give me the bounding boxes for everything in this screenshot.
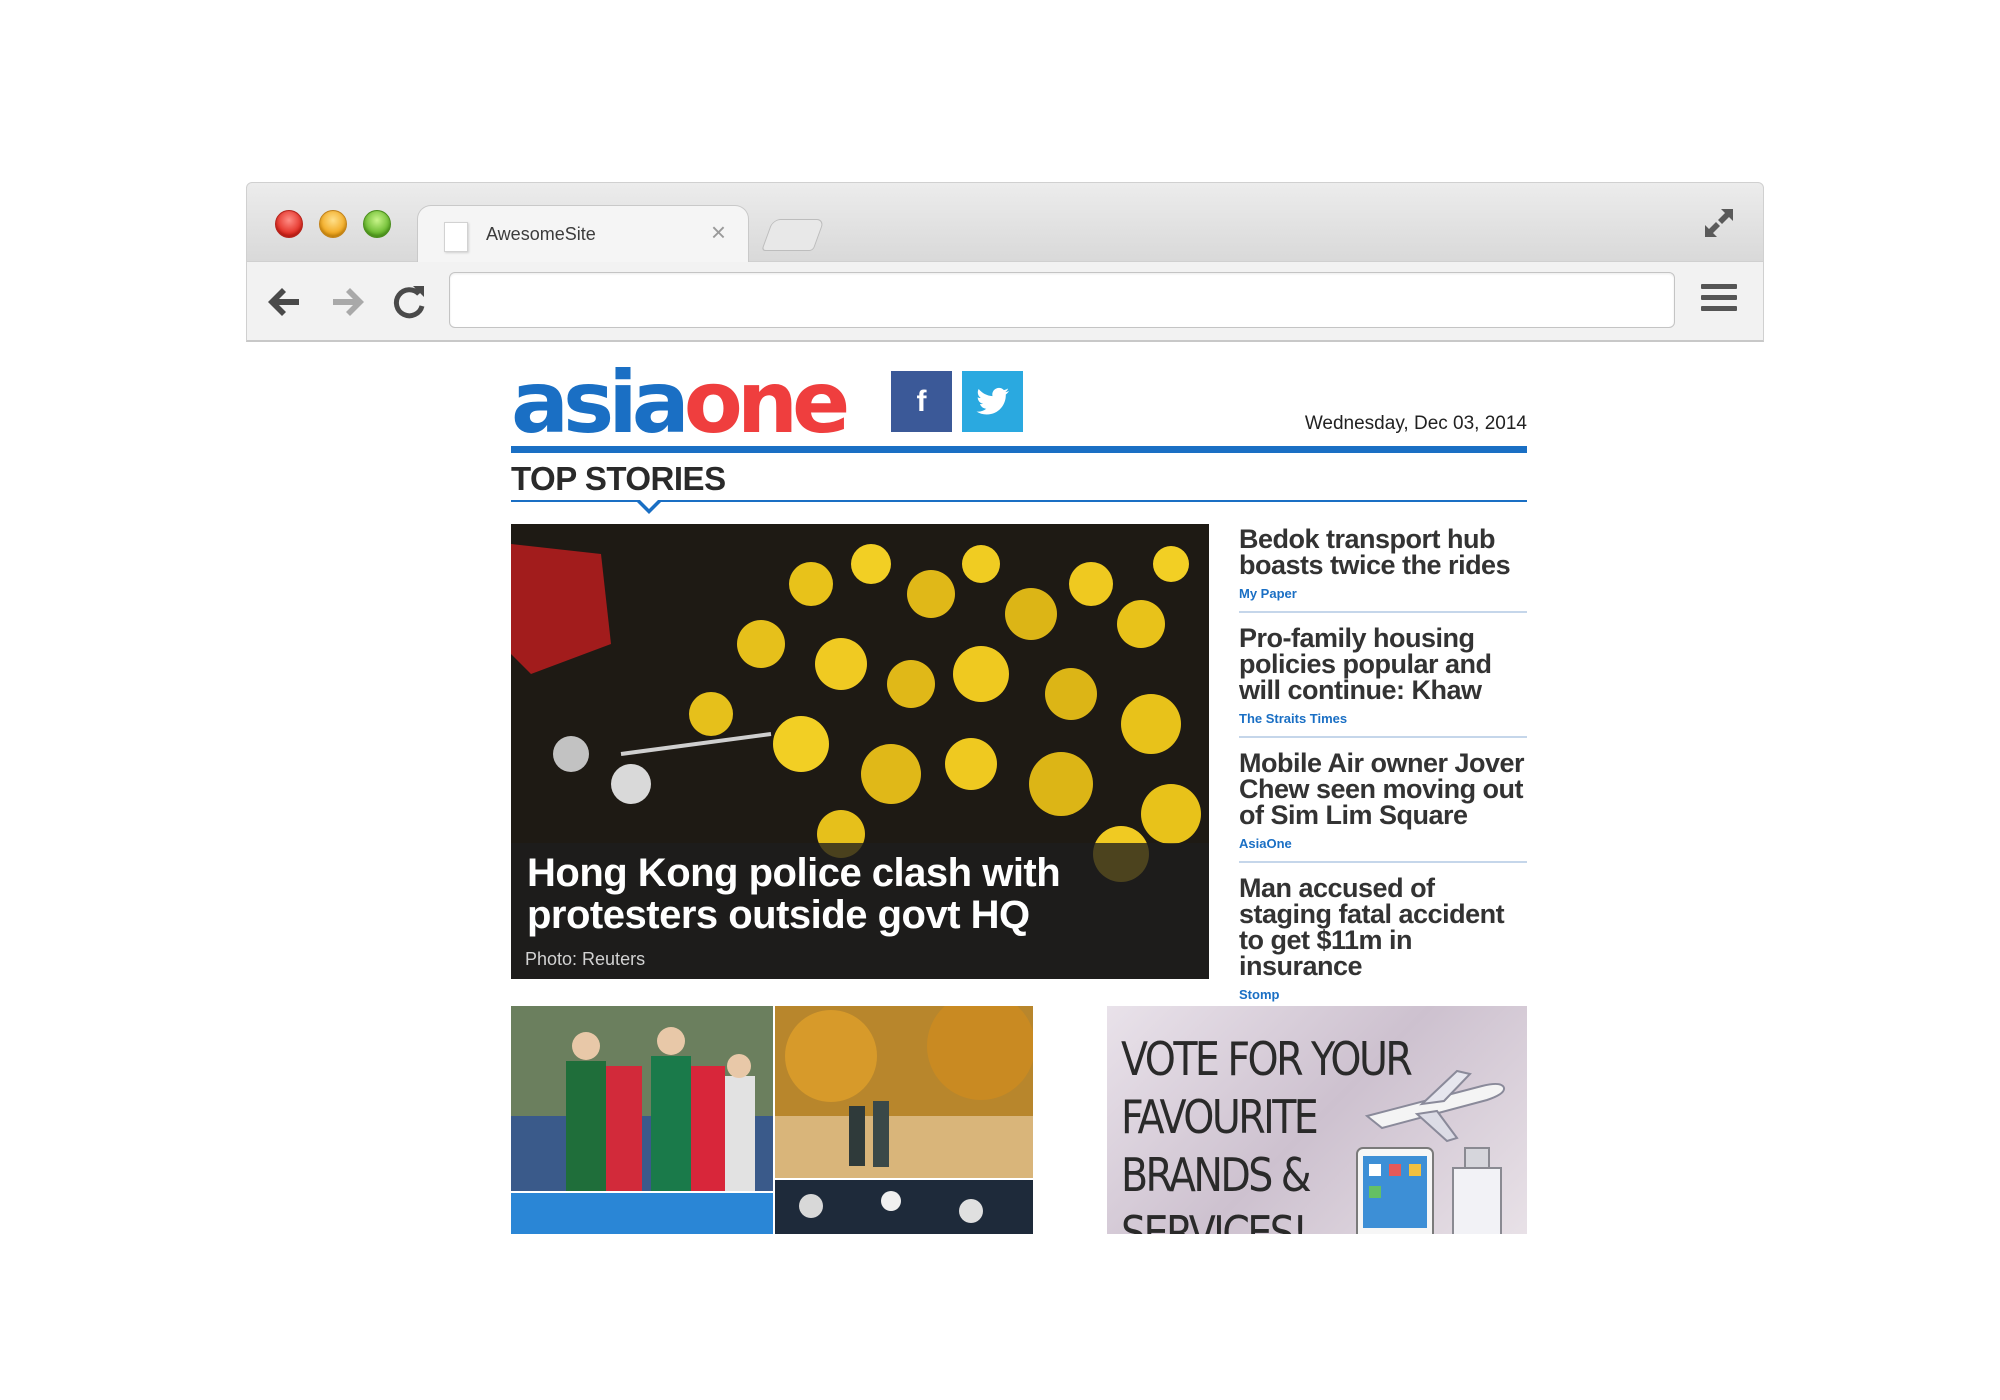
- list-item[interactable]: Pro-family housing policies popular and …: [1239, 623, 1527, 738]
- photo-collage[interactable]: [511, 1006, 1033, 1234]
- section-divider: [511, 500, 1527, 502]
- story-title[interactable]: Bedok transport hub boasts twice the rid…: [1239, 526, 1527, 579]
- list-item[interactable]: Bedok transport hub boasts twice the rid…: [1239, 524, 1527, 613]
- page-content: asiaone f Wednesday, Dec 03, 2014 TOP ST…: [511, 342, 1527, 1234]
- ad-text-line: SERVICES!: [1121, 1206, 1308, 1234]
- story-source[interactable]: The Straits Times: [1239, 711, 1527, 726]
- facebook-icon: f: [916, 384, 927, 418]
- zoom-window-button[interactable]: [363, 210, 391, 238]
- browser-titlebar: AwesomeSite ×: [246, 182, 1764, 264]
- ad-text-line: VOTE FOR YOUR: [1121, 1032, 1413, 1086]
- back-arrow-icon[interactable]: [265, 282, 305, 322]
- facebook-button[interactable]: f: [891, 371, 952, 432]
- story-title[interactable]: Man accused of staging fatal accident to…: [1239, 875, 1527, 980]
- ad-text-line: BRANDS &: [1121, 1148, 1312, 1202]
- story-source[interactable]: My Paper: [1239, 586, 1527, 601]
- reload-icon[interactable]: [389, 282, 429, 322]
- section-caret-icon: [635, 498, 663, 514]
- tab-title: AwesomeSite: [486, 224, 596, 244]
- forward-arrow-icon[interactable]: [327, 282, 367, 322]
- asiaone-logo[interactable]: asiaone: [511, 358, 850, 448]
- story-source[interactable]: Stomp: [1239, 987, 1527, 1002]
- ad-text-line: FAVOURITE: [1121, 1090, 1319, 1144]
- ad-text: VOTE FOR YOUR FAVOURITE BRANDS & SERVICE…: [1121, 1030, 1413, 1234]
- twitter-bird-icon: [975, 387, 1009, 414]
- hero-story[interactable]: Hong Kong police clash with protesters o…: [511, 524, 1209, 979]
- collage-photos: [511, 1006, 1033, 1234]
- address-bar-input[interactable]: [449, 272, 1675, 328]
- minimize-window-button[interactable]: [319, 210, 347, 238]
- advertisement-banner[interactable]: VOTE FOR YOUR FAVOURITE BRANDS & SERVICE…: [1107, 1006, 1527, 1234]
- new-tab-button[interactable]: [761, 219, 825, 251]
- tab-close-icon[interactable]: ×: [711, 217, 726, 247]
- top-stories-list: Bedok transport hub boasts twice the rid…: [1239, 524, 1527, 1022]
- browser-window: AwesomeSite × asiaone f Wednesday, Dec 0…: [246, 182, 1764, 1234]
- twitter-button[interactable]: [962, 371, 1023, 432]
- section-title: TOP STORIES: [511, 460, 726, 497]
- perfume-bottle-icon: [1452, 1147, 1502, 1234]
- fullscreen-icon[interactable]: [1701, 205, 1737, 241]
- story-source[interactable]: AsiaOne: [1239, 836, 1527, 851]
- story-title[interactable]: Pro-family housing policies popular and …: [1239, 625, 1527, 704]
- story-title[interactable]: Mobile Air owner Jover Chew seen moving …: [1239, 750, 1527, 829]
- list-item[interactable]: Mobile Air owner Jover Chew seen moving …: [1239, 748, 1527, 863]
- menu-icon[interactable]: [1701, 284, 1737, 316]
- header-divider: [511, 446, 1527, 453]
- list-item[interactable]: Man accused of staging fatal accident to…: [1239, 873, 1527, 1012]
- web-page: asiaone f Wednesday, Dec 03, 2014 TOP ST…: [246, 342, 1764, 1234]
- close-window-button[interactable]: [275, 210, 303, 238]
- page-icon: [444, 222, 468, 252]
- current-date: Wednesday, Dec 03, 2014: [1304, 413, 1527, 434]
- hero-photo-credit: Photo: Reuters: [525, 949, 646, 969]
- hero-headline[interactable]: Hong Kong police clash with protesters o…: [527, 852, 1127, 936]
- browser-toolbar: [246, 262, 1764, 342]
- browser-tab[interactable]: AwesomeSite ×: [417, 205, 749, 264]
